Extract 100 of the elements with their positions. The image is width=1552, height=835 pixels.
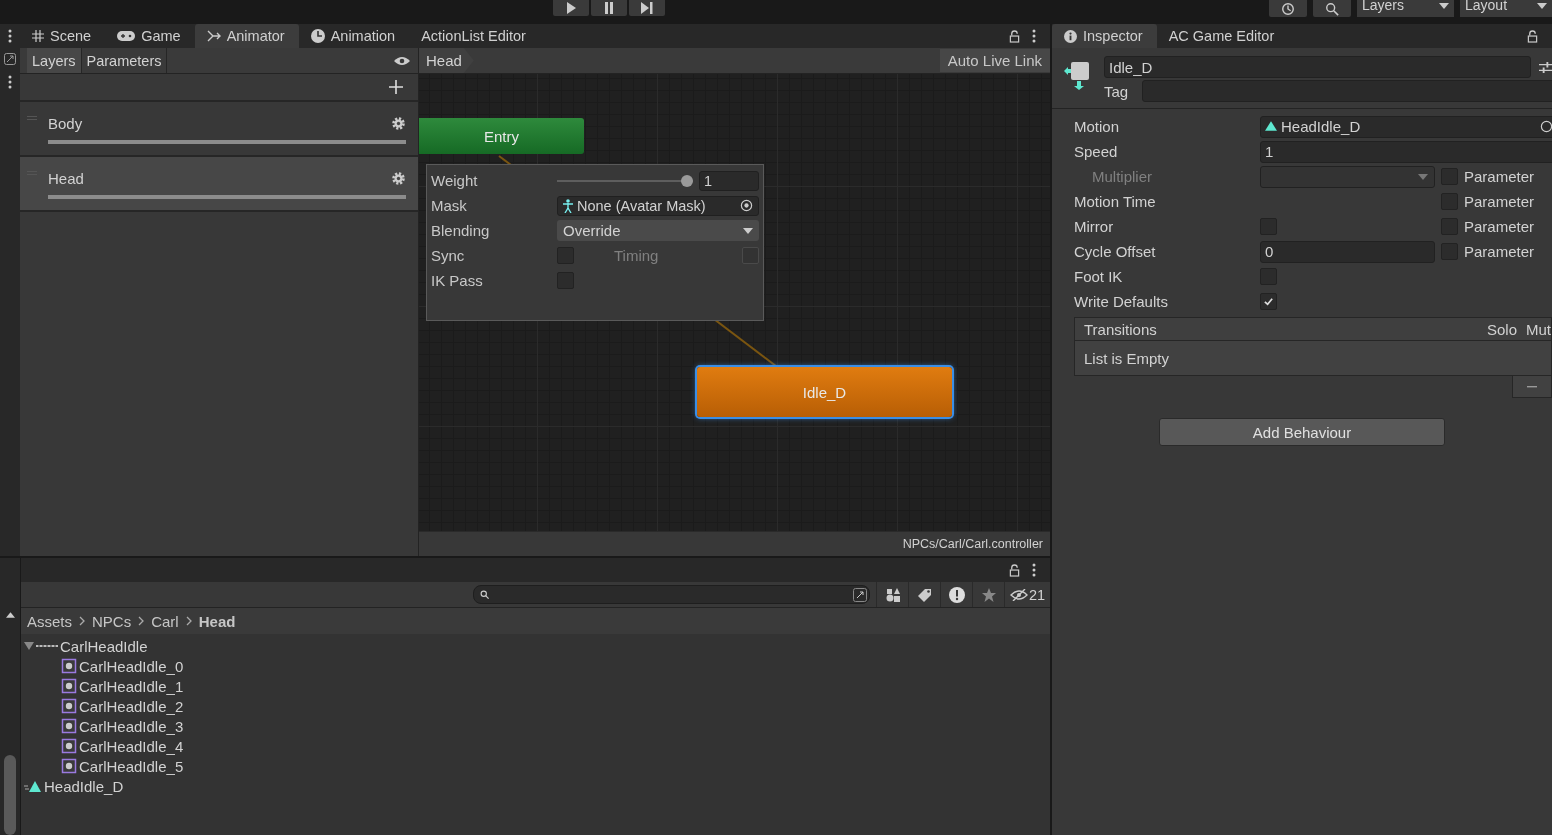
- asset-item[interactable]: HeadIdle_D: [44, 777, 124, 795]
- field-label: Foot IK: [1074, 268, 1124, 285]
- sprite-icon: [61, 698, 77, 714]
- expand-arrow-icon[interactable]: [24, 641, 34, 651]
- breadcrumb-item[interactable]: Head: [198, 612, 236, 630]
- checkbox[interactable]: [1260, 293, 1277, 310]
- number-field[interactable]: 1: [1260, 140, 1552, 163]
- search-icon: [480, 590, 489, 599]
- branch-arrow-icon: [206, 30, 221, 42]
- maximize-icon[interactable]: [4, 53, 16, 65]
- field-label: Speed: [1074, 143, 1119, 160]
- clock-icon: [310, 29, 325, 43]
- breadcrumb-item[interactable]: Assets: [27, 612, 72, 630]
- window-tab[interactable]: AC Game Editor: [1156, 24, 1289, 48]
- state-node[interactable]: Entry: [419, 118, 584, 154]
- window-tab[interactable]: Inspector: [1052, 24, 1157, 48]
- more-icon[interactable]: [8, 75, 12, 89]
- field-label: IK Pass: [431, 272, 484, 289]
- star-icon: [981, 587, 996, 602]
- lock-icon[interactable]: [1527, 29, 1538, 43]
- remove-button[interactable]: [1512, 376, 1552, 398]
- asset-item[interactable]: CarlHeadIdle_5: [79, 757, 184, 775]
- field-label: Timing: [614, 247, 659, 264]
- more-icon[interactable]: [1032, 563, 1036, 577]
- animation-clip-icon: [24, 779, 42, 793]
- step-icon: [641, 2, 653, 14]
- asset-item[interactable]: CarlHeadIdle_2: [79, 697, 184, 715]
- settings-icon[interactable]: [1539, 60, 1552, 74]
- layer-name: Head: [48, 169, 84, 187]
- eye-icon[interactable]: [393, 55, 411, 66]
- history-button[interactable]: [1269, 0, 1307, 17]
- toolbar-dropdown[interactable]: Layout: [1460, 0, 1552, 17]
- window-tab[interactable]: ActionList Editor: [409, 24, 540, 48]
- window-tab[interactable]: Game: [105, 24, 195, 48]
- gear-icon[interactable]: [391, 115, 406, 131]
- lock-icon[interactable]: [1009, 563, 1020, 577]
- lock-icon[interactable]: [1009, 29, 1020, 43]
- warning-icon: [948, 586, 965, 603]
- tag-icon: [917, 587, 932, 602]
- number-field[interactable]: 0: [1260, 240, 1435, 263]
- breadcrumb-item[interactable]: Head: [419, 48, 474, 73]
- pause-icon: [604, 2, 614, 14]
- field-value: HeadIdle_D: [1281, 118, 1361, 135]
- asset-item[interactable]: CarlHeadIdle_3: [79, 717, 184, 735]
- field-label: Parameter: [1464, 243, 1535, 260]
- more-icon[interactable]: [8, 29, 12, 43]
- sprite-icon: [61, 678, 77, 694]
- weight-slider[interactable]: [557, 173, 693, 188]
- field-label: Parameter: [1464, 193, 1535, 210]
- field-label: Tag: [1104, 82, 1130, 100]
- blending-dropdown[interactable]: Override: [557, 220, 759, 241]
- name-field[interactable]: Idle_D: [1104, 56, 1531, 78]
- gear-icon[interactable]: [391, 170, 406, 186]
- window-tab[interactable]: Animator: [194, 24, 299, 48]
- controller-path: NPCs/Carl/Carl.controller: [902, 537, 1043, 551]
- chevron-icon: [79, 616, 85, 626]
- step-button[interactable]: [629, 0, 665, 16]
- add-icon[interactable]: [389, 80, 403, 94]
- field-label: Mirror: [1074, 218, 1115, 235]
- animation-clip-icon: [1265, 121, 1277, 132]
- play-button[interactable]: [553, 0, 589, 16]
- field-label: Cycle Offset: [1074, 243, 1157, 260]
- search-button[interactable]: [1313, 0, 1351, 17]
- caret-icon: [1439, 3, 1449, 9]
- sprite-icon: [61, 738, 77, 754]
- weight-field[interactable]: 1: [699, 170, 759, 191]
- expand-icon[interactable]: [853, 587, 867, 602]
- chevron-icon: [138, 616, 145, 626]
- asset-item[interactable]: CarlHeadIdle_0: [79, 657, 184, 675]
- auto-live-link-button[interactable]: Auto Live Link: [939, 49, 1050, 72]
- panel-tab[interactable]: Parameters: [81, 48, 168, 73]
- hidden-eye-icon: [1009, 588, 1028, 601]
- field-label: Mask: [431, 197, 468, 214]
- add-behaviour-button[interactable]: Add Behaviour: [1159, 418, 1445, 446]
- asset-item[interactable]: CarlHeadIdle_1: [79, 677, 184, 695]
- column-label: Mut: [1526, 320, 1551, 338]
- gamepad-icon: [117, 31, 136, 41]
- more-icon[interactable]: [1032, 29, 1036, 43]
- caret-icon: [743, 227, 753, 234]
- scrollbar-thumb[interactable]: [4, 755, 16, 835]
- pause-button[interactable]: [591, 0, 627, 16]
- toolbar-dropdown[interactable]: Layers: [1357, 0, 1454, 17]
- motion-field[interactable]: HeadIdle_D: [1260, 115, 1552, 138]
- search-field[interactable]: [473, 585, 870, 604]
- breadcrumb-item[interactable]: Carl: [151, 612, 179, 630]
- mask-field[interactable]: None (Avatar Mask): [557, 195, 759, 216]
- sprite-sheet-icon: [36, 644, 58, 648]
- asset-item[interactable]: CarlHeadIdle: [60, 637, 148, 655]
- field-value: None (Avatar Mask): [577, 197, 706, 214]
- window-tab[interactable]: Scene: [20, 24, 106, 48]
- panel-tab[interactable]: Layers: [27, 48, 82, 73]
- asset-item[interactable]: CarlHeadIdle_4: [79, 737, 184, 755]
- target-icon[interactable]: [740, 199, 753, 212]
- grid-icon: [32, 30, 44, 42]
- target-icon[interactable]: [1540, 120, 1552, 133]
- window-tab[interactable]: Animation: [298, 24, 410, 48]
- field-label: Sync: [431, 247, 466, 264]
- breadcrumb-item[interactable]: NPCs: [92, 612, 132, 630]
- layer-item[interactable]: Head: [20, 157, 418, 212]
- scroll-up-icon[interactable]: [5, 612, 15, 618]
